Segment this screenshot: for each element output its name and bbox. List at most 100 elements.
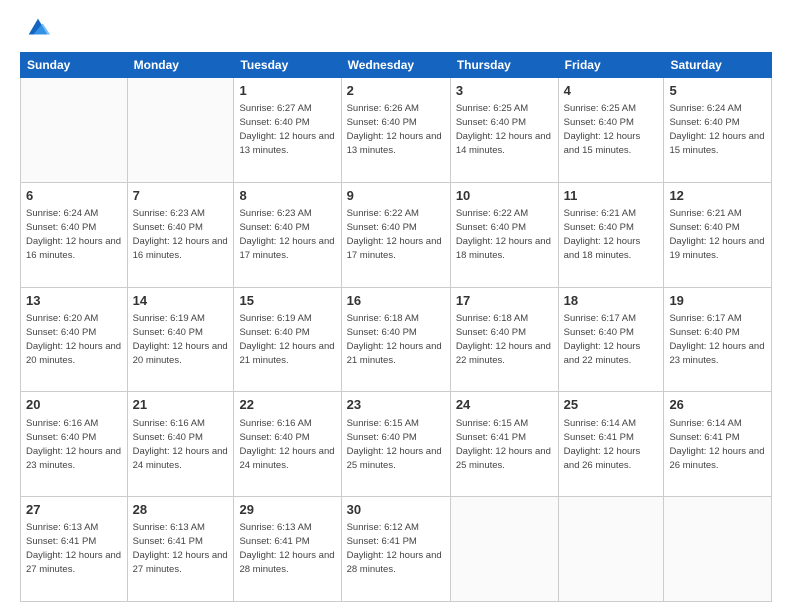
header	[20, 18, 772, 42]
day-info: Sunrise: 6:18 AM Sunset: 6:40 PM Dayligh…	[456, 313, 551, 366]
day-cell: 29 Sunrise: 6:13 AM Sunset: 6:41 PM Dayli…	[234, 497, 341, 602]
day-number: 2	[347, 82, 445, 100]
day-number: 22	[239, 396, 335, 414]
day-info: Sunrise: 6:14 AM Sunset: 6:41 PM Dayligh…	[564, 418, 641, 471]
day-number: 11	[564, 187, 659, 205]
day-info: Sunrise: 6:15 AM Sunset: 6:40 PM Dayligh…	[347, 418, 442, 471]
page: SundayMondayTuesdayWednesdayThursdayFrid…	[0, 0, 792, 612]
day-cell: 19 Sunrise: 6:17 AM Sunset: 6:40 PM Dayli…	[664, 287, 772, 392]
weekday-header-wednesday: Wednesday	[341, 53, 450, 78]
day-cell: 26 Sunrise: 6:14 AM Sunset: 6:41 PM Dayli…	[664, 392, 772, 497]
day-cell	[664, 497, 772, 602]
day-cell	[450, 497, 558, 602]
day-info: Sunrise: 6:16 AM Sunset: 6:40 PM Dayligh…	[133, 418, 228, 471]
week-row-5: 27 Sunrise: 6:13 AM Sunset: 6:41 PM Dayli…	[21, 497, 772, 602]
weekday-header-monday: Monday	[127, 53, 234, 78]
day-info: Sunrise: 6:24 AM Sunset: 6:40 PM Dayligh…	[669, 103, 764, 156]
day-info: Sunrise: 6:17 AM Sunset: 6:40 PM Dayligh…	[669, 313, 764, 366]
day-info: Sunrise: 6:23 AM Sunset: 6:40 PM Dayligh…	[133, 208, 228, 261]
day-number: 26	[669, 396, 766, 414]
day-number: 10	[456, 187, 553, 205]
day-info: Sunrise: 6:13 AM Sunset: 6:41 PM Dayligh…	[239, 522, 334, 575]
day-cell: 27 Sunrise: 6:13 AM Sunset: 6:41 PM Dayli…	[21, 497, 128, 602]
day-number: 16	[347, 292, 445, 310]
day-info: Sunrise: 6:27 AM Sunset: 6:40 PM Dayligh…	[239, 103, 334, 156]
day-number: 20	[26, 396, 122, 414]
day-number: 18	[564, 292, 659, 310]
day-info: Sunrise: 6:17 AM Sunset: 6:40 PM Dayligh…	[564, 313, 641, 366]
day-cell: 21Sunrise: 6:16 AM Sunset: 6:40 PM Dayli…	[127, 392, 234, 497]
day-number: 28	[133, 501, 229, 519]
day-cell: 8 Sunrise: 6:23 AM Sunset: 6:40 PM Daylig…	[234, 182, 341, 287]
day-info: Sunrise: 6:16 AM Sunset: 6:40 PM Dayligh…	[26, 418, 121, 471]
weekday-header-thursday: Thursday	[450, 53, 558, 78]
day-info: Sunrise: 6:13 AM Sunset: 6:41 PM Dayligh…	[133, 522, 228, 575]
day-number: 13	[26, 292, 122, 310]
day-cell: 10 Sunrise: 6:22 AM Sunset: 6:40 PM Dayli…	[450, 182, 558, 287]
day-cell: 17 Sunrise: 6:18 AM Sunset: 6:40 PM Dayli…	[450, 287, 558, 392]
day-cell: 6 Sunrise: 6:24 AM Sunset: 6:40 PM Daylig…	[21, 182, 128, 287]
day-info: Sunrise: 6:21 AM Sunset: 6:40 PM Dayligh…	[669, 208, 764, 261]
day-number: 12	[669, 187, 766, 205]
day-cell: 5 Sunrise: 6:24 AM Sunset: 6:40 PM Daylig…	[664, 78, 772, 183]
day-cell: 24 Sunrise: 6:15 AM Sunset: 6:41 PM Dayli…	[450, 392, 558, 497]
day-number: 3	[456, 82, 553, 100]
day-info: Sunrise: 6:24 AM Sunset: 6:40 PM Dayligh…	[26, 208, 121, 261]
day-cell: 16 Sunrise: 6:18 AM Sunset: 6:40 PM Dayli…	[341, 287, 450, 392]
week-row-2: 6 Sunrise: 6:24 AM Sunset: 6:40 PM Daylig…	[21, 182, 772, 287]
day-cell: 9 Sunrise: 6:22 AM Sunset: 6:40 PM Daylig…	[341, 182, 450, 287]
day-cell: 1 Sunrise: 6:27 AM Sunset: 6:40 PM Daylig…	[234, 78, 341, 183]
calendar-table: SundayMondayTuesdayWednesdayThursdayFrid…	[20, 52, 772, 602]
day-info: Sunrise: 6:13 AM Sunset: 6:41 PM Dayligh…	[26, 522, 121, 575]
day-number: 27	[26, 501, 122, 519]
day-cell: 22Sunrise: 6:16 AM Sunset: 6:40 PM Dayli…	[234, 392, 341, 497]
day-info: Sunrise: 6:26 AM Sunset: 6:40 PM Dayligh…	[347, 103, 442, 156]
week-row-1: 1 Sunrise: 6:27 AM Sunset: 6:40 PM Daylig…	[21, 78, 772, 183]
day-info: Sunrise: 6:14 AM Sunset: 6:41 PM Dayligh…	[669, 418, 764, 471]
weekday-header-friday: Friday	[558, 53, 664, 78]
day-cell	[127, 78, 234, 183]
day-cell: 11 Sunrise: 6:21 AM Sunset: 6:40 PM Dayli…	[558, 182, 664, 287]
day-cell: 23 Sunrise: 6:15 AM Sunset: 6:40 PM Dayli…	[341, 392, 450, 497]
logo-icon	[24, 14, 52, 42]
day-number: 29	[239, 501, 335, 519]
day-info: Sunrise: 6:15 AM Sunset: 6:41 PM Dayligh…	[456, 418, 551, 471]
weekday-header-sunday: Sunday	[21, 53, 128, 78]
day-number: 17	[456, 292, 553, 310]
day-info: Sunrise: 6:23 AM Sunset: 6:40 PM Dayligh…	[239, 208, 334, 261]
day-cell: 15Sunrise: 6:19 AM Sunset: 6:40 PM Dayli…	[234, 287, 341, 392]
day-number: 6	[26, 187, 122, 205]
day-info: Sunrise: 6:22 AM Sunset: 6:40 PM Dayligh…	[347, 208, 442, 261]
day-number: 7	[133, 187, 229, 205]
day-number: 30	[347, 501, 445, 519]
day-number: 1	[239, 82, 335, 100]
day-number: 8	[239, 187, 335, 205]
day-cell: 2 Sunrise: 6:26 AM Sunset: 6:40 PM Daylig…	[341, 78, 450, 183]
day-info: Sunrise: 6:25 AM Sunset: 6:40 PM Dayligh…	[456, 103, 551, 156]
day-info: Sunrise: 6:21 AM Sunset: 6:40 PM Dayligh…	[564, 208, 641, 261]
day-info: Sunrise: 6:12 AM Sunset: 6:41 PM Dayligh…	[347, 522, 442, 575]
day-number: 9	[347, 187, 445, 205]
day-number: 25	[564, 396, 659, 414]
day-cell: 14Sunrise: 6:19 AM Sunset: 6:40 PM Dayli…	[127, 287, 234, 392]
logo	[20, 18, 52, 42]
weekday-header-saturday: Saturday	[664, 53, 772, 78]
day-number: 23	[347, 396, 445, 414]
day-cell: 28 Sunrise: 6:13 AM Sunset: 6:41 PM Dayli…	[127, 497, 234, 602]
day-number: 5	[669, 82, 766, 100]
day-number: 19	[669, 292, 766, 310]
day-cell	[558, 497, 664, 602]
day-cell: 25 Sunrise: 6:14 AM Sunset: 6:41 PM Dayli…	[558, 392, 664, 497]
day-cell: 7 Sunrise: 6:23 AM Sunset: 6:40 PM Daylig…	[127, 182, 234, 287]
day-cell: 12 Sunrise: 6:21 AM Sunset: 6:40 PM Dayli…	[664, 182, 772, 287]
week-row-4: 20 Sunrise: 6:16 AM Sunset: 6:40 PM Dayli…	[21, 392, 772, 497]
day-number: 24	[456, 396, 553, 414]
day-cell: 4Sunrise: 6:25 AM Sunset: 6:40 PM Daylig…	[558, 78, 664, 183]
day-number: 4	[564, 82, 659, 100]
day-info: Sunrise: 6:20 AM Sunset: 6:40 PM Dayligh…	[26, 313, 121, 366]
day-cell: 3 Sunrise: 6:25 AM Sunset: 6:40 PM Daylig…	[450, 78, 558, 183]
day-info: Sunrise: 6:22 AM Sunset: 6:40 PM Dayligh…	[456, 208, 551, 261]
day-cell: 18 Sunrise: 6:17 AM Sunset: 6:40 PM Dayli…	[558, 287, 664, 392]
day-info: Sunrise: 6:18 AM Sunset: 6:40 PM Dayligh…	[347, 313, 442, 366]
day-number: 15	[239, 292, 335, 310]
